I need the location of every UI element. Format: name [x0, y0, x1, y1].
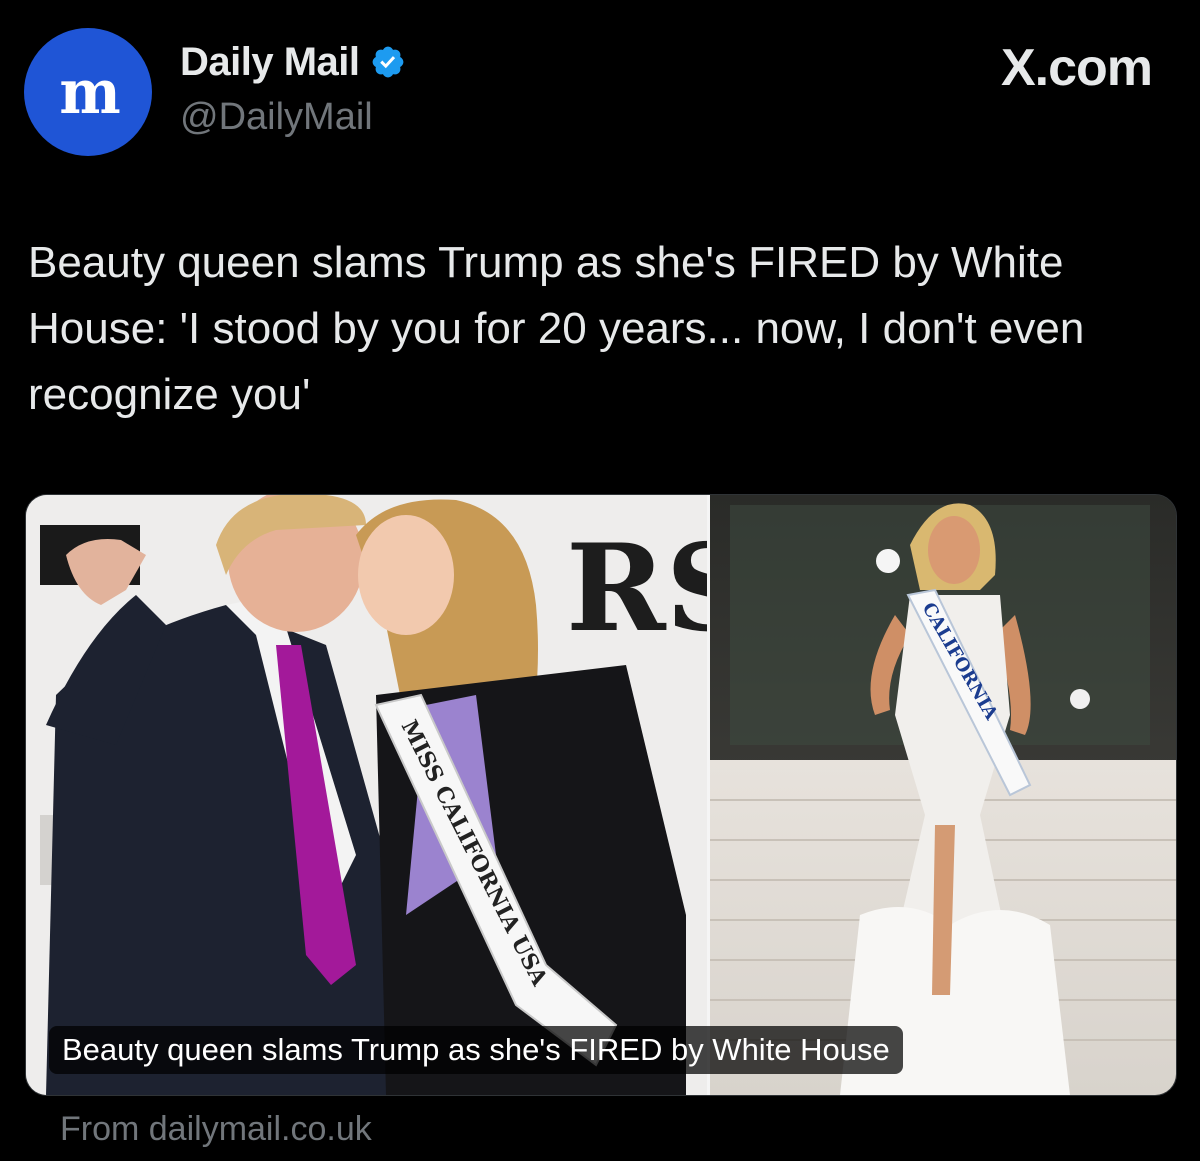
- card-image-left: RS MISS CALIFORNIA USA: [26, 495, 752, 1095]
- card-source-link[interactable]: From dailymail.co.uk: [60, 1110, 372, 1149]
- card-caption: Beauty queen slams Trump as she's FIRED …: [49, 1026, 903, 1074]
- brand-watermark: X.com: [1000, 39, 1153, 97]
- verified-badge-icon: [372, 46, 403, 78]
- backdrop-letters: RS: [566, 518, 707, 659]
- link-card[interactable]: RS MISS CALIFORNIA USA: [25, 494, 1177, 1096]
- daily-mail-logo-icon: m: [59, 56, 120, 128]
- author-handle[interactable]: @DailyMail: [180, 96, 373, 139]
- display-name[interactable]: Daily Mail: [180, 40, 360, 85]
- tweet-text: Beauty queen slams Trump as she's FIRED …: [28, 238, 1085, 419]
- left-photo-illustration: RS MISS CALIFORNIA USA: [26, 495, 752, 1095]
- card-image-right: CALIFORNIA: [710, 495, 1176, 1095]
- right-photo-illustration: CALIFORNIA: [710, 495, 1176, 1095]
- avatar[interactable]: m: [24, 28, 152, 156]
- author-name-row[interactable]: Daily Mail: [180, 36, 406, 88]
